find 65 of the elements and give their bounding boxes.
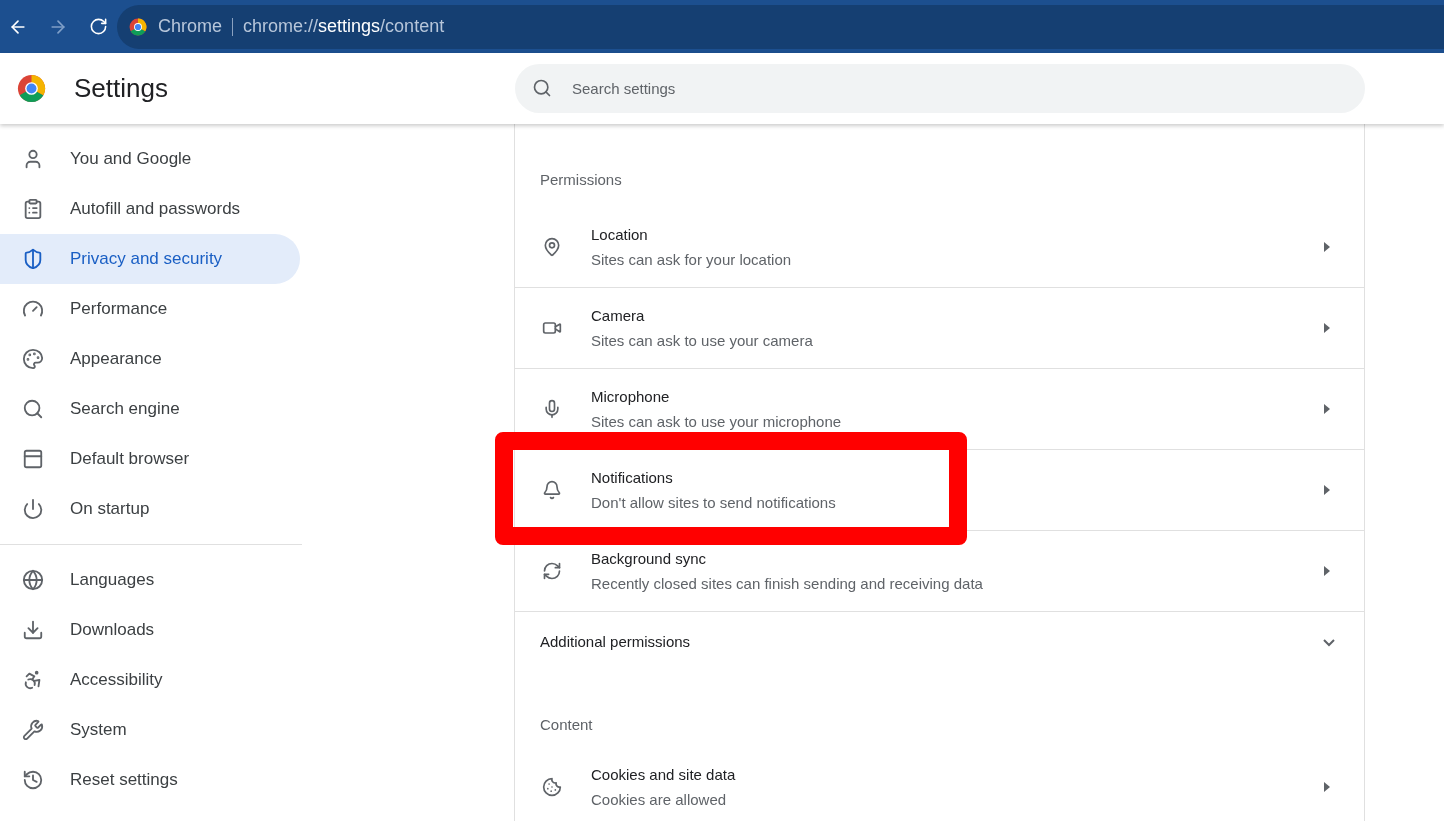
location-pin-icon	[542, 237, 562, 257]
row-subtitle: Sites can ask for your location	[591, 249, 793, 270]
sidebar-item[interactable]: Performance	[0, 284, 300, 334]
additional-permissions-toggle[interactable]: Additional permissions	[515, 611, 1364, 673]
permission-row[interactable]: Camera Sites can ask to use your camera	[515, 288, 1364, 368]
sync-icon	[542, 561, 562, 581]
triangle-right-icon	[1323, 242, 1331, 252]
triangle-right-icon	[1323, 485, 1331, 495]
row-subtitle: Cookies are allowed	[591, 789, 728, 810]
triangle-right-icon	[1323, 566, 1331, 576]
row-subtitle: Recently closed sites can finish sending and receiving data	[591, 573, 984, 594]
wrench-icon	[22, 719, 44, 741]
row-title: Location	[591, 224, 649, 245]
chrome-logo-icon	[17, 74, 46, 103]
row-subtitle: Don't allow sites to send notifications	[591, 492, 837, 513]
sidebar-item[interactable]: Search engine	[0, 384, 300, 434]
browser-window-icon	[22, 448, 44, 470]
sidebar-item[interactable]: Default browser	[0, 434, 300, 484]
sidebar-item[interactable]: Reset settings	[0, 755, 300, 805]
triangle-right-icon	[1323, 323, 1331, 333]
section-heading: Permissions	[539, 170, 623, 190]
triangle-right-icon	[1323, 782, 1331, 792]
section-heading: Content	[539, 715, 594, 735]
row-subtitle: Sites can ask to use your camera	[591, 330, 814, 351]
power-icon	[22, 498, 44, 520]
search-field[interactable]: Search settings	[514, 64, 1365, 113]
cookie-icon	[542, 777, 562, 797]
search-icon	[531, 78, 552, 98]
row-title: Microphone	[591, 386, 671, 407]
permission-row[interactable]: Cookies and site data Cookies are allowed	[515, 752, 1364, 821]
chrome-logo-icon	[129, 17, 147, 36]
clipboard-icon	[22, 198, 44, 220]
sidebar-item[interactable]: Privacy and security	[0, 234, 300, 284]
site-label: Chrome	[158, 15, 223, 38]
permission-row[interactable]: Microphone Sites can ask to use your microphone	[515, 369, 1364, 449]
sidebar-item[interactable]: Languages	[0, 555, 300, 605]
url-text: chrome://settings/content	[243, 15, 445, 38]
sidebar-item[interactable]: Appearance	[0, 334, 300, 384]
globe-icon	[22, 569, 44, 591]
search-icon	[22, 398, 44, 420]
row-subtitle: Sites can ask to use your microphone	[591, 411, 843, 432]
permission-row[interactable]: Notifications Don't allow sites to send notifications	[515, 450, 1364, 530]
palette-icon	[22, 348, 44, 370]
chevron-down-icon	[1323, 638, 1335, 647]
reload-button[interactable]	[88, 16, 108, 37]
permission-row[interactable]: Location Sites can ask for your location	[515, 207, 1364, 287]
history-icon	[22, 769, 44, 791]
row-title: Camera	[591, 305, 646, 326]
bell-icon	[542, 480, 562, 500]
sidebar-item[interactable]: Autofill and passwords	[0, 184, 300, 234]
sidebar-item[interactable]: On startup	[0, 484, 300, 534]
shield-icon	[22, 248, 44, 270]
sidebar-item[interactable]: Accessibility	[0, 655, 300, 705]
sidebar-item[interactable]: You and Google	[0, 134, 300, 184]
settings-title: Settings	[74, 72, 168, 105]
row-title: Notifications	[591, 467, 674, 488]
download-icon	[22, 619, 44, 641]
row-title: Background sync	[591, 548, 708, 569]
microphone-icon	[542, 399, 562, 419]
sidebar-item[interactable]: Downloads	[0, 605, 300, 655]
row-title: Cookies and site data	[591, 764, 737, 785]
permission-row[interactable]: Background sync Recently closed sites can finish sending and receiving data	[515, 531, 1364, 611]
address-bar[interactable]: Chrome chrome://settings/content	[117, 4, 1444, 49]
triangle-right-icon	[1323, 404, 1331, 414]
sidebar-item[interactable]: System	[0, 705, 300, 755]
